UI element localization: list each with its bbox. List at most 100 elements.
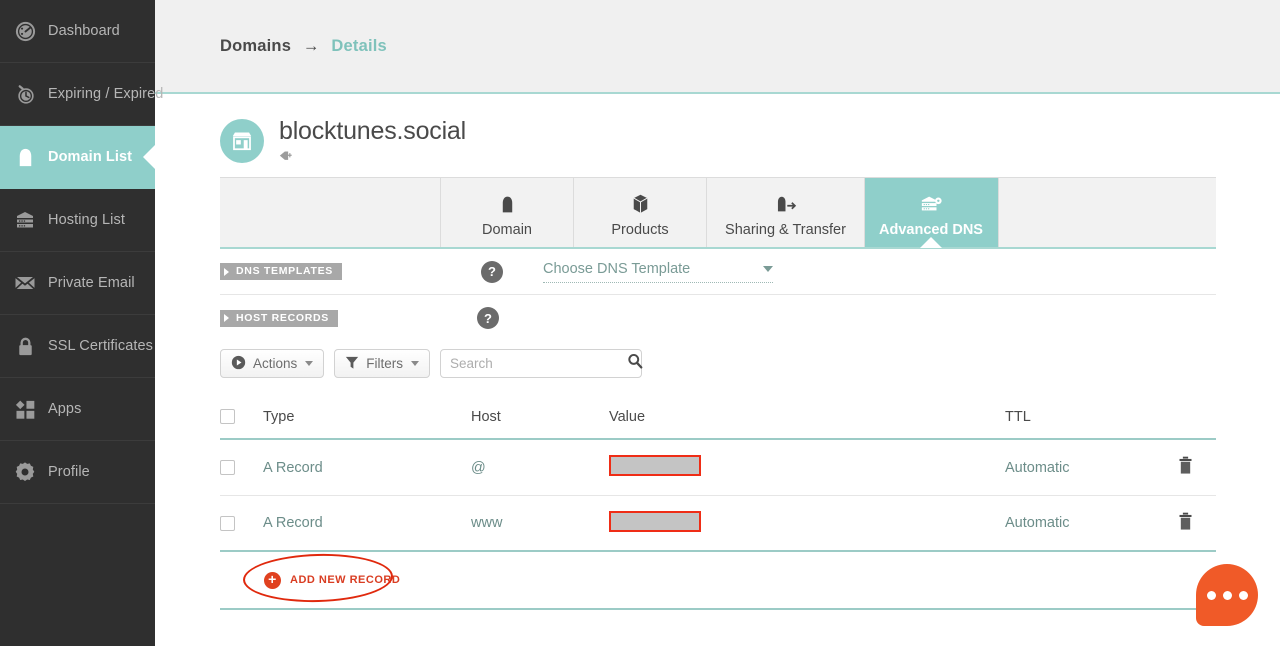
- column-header-ttl: TTL: [1005, 408, 1031, 425]
- dns-templates-label[interactable]: DNS TEMPLATES: [220, 263, 342, 280]
- cell-value[interactable]: [609, 455, 1005, 480]
- gauge-icon: [12, 18, 38, 44]
- filters-label: Filters: [366, 356, 404, 371]
- chat-dot: [1222, 590, 1232, 600]
- dns-templates-section: DNS TEMPLATES ? Choose DNS Template: [220, 249, 1216, 295]
- redacted-value-box: [609, 510, 701, 532]
- column-header-value: Value: [609, 408, 646, 425]
- server-icon: [12, 207, 38, 233]
- tab-domain[interactable]: Domain: [441, 178, 574, 247]
- cell-host: www: [471, 515, 503, 531]
- main-content: Domains → Details blocktunes.social Doma…: [155, 0, 1280, 646]
- trash-icon: [1178, 456, 1193, 479]
- play-circle-icon: [231, 355, 246, 373]
- sidebar-item-expiring-expired[interactable]: Expiring / Expired: [0, 63, 163, 126]
- sidebar-item-label: Expiring / Expired: [48, 86, 164, 102]
- column-header-type: Type: [263, 408, 295, 425]
- sidebar-item-label: Dashboard: [48, 23, 120, 39]
- sidebar-item-label: Domain List: [48, 149, 133, 165]
- actions-label: Actions: [253, 356, 298, 371]
- table-row[interactable]: A Record @ Automatic: [220, 440, 1216, 496]
- add-record-row: + ADD NEW RECORD: [220, 552, 1216, 610]
- dns-template-selected-value: Choose DNS Template: [543, 260, 691, 277]
- breadcrumb: Domains → Details: [220, 37, 387, 56]
- search-input[interactable]: [450, 356, 628, 371]
- help-icon[interactable]: ?: [481, 260, 503, 283]
- breadcrumb-arrow-icon: →: [302, 36, 320, 55]
- chevron-down-icon: [305, 361, 314, 366]
- add-new-record-button[interactable]: + ADD NEW RECORD: [264, 571, 401, 589]
- sidebar-item-hosting-list[interactable]: Hosting List: [0, 189, 155, 252]
- breadcrumb-root[interactable]: Domains: [220, 37, 291, 55]
- sidebar-item-private-email[interactable]: Private Email: [0, 252, 155, 315]
- table-header-row: Type Host Value TTL: [220, 395, 1216, 440]
- tab-advanced-dns[interactable]: Advanced DNS: [865, 178, 998, 247]
- sidebar-item-profile[interactable]: Profile: [0, 441, 155, 504]
- tab-sharing-transfer[interactable]: Sharing & Transfer: [707, 178, 865, 247]
- search-icon[interactable]: [627, 353, 643, 374]
- row-checkbox[interactable]: [220, 460, 235, 475]
- host-records-section: HOST RECORDS ?: [220, 295, 1216, 341]
- sidebar-item-label: Hosting List: [48, 212, 125, 228]
- tab-label: Domain: [482, 222, 532, 238]
- tab-label: Advanced DNS: [879, 222, 983, 238]
- apps-grid-icon: [12, 396, 38, 422]
- envelope-icon: [12, 270, 38, 296]
- bottom-strip: [0, 638, 1280, 646]
- box-icon: [630, 191, 651, 217]
- breadcrumb-leaf[interactable]: Details: [331, 37, 387, 55]
- row-checkbox[interactable]: [220, 515, 235, 531]
- chat-bubble-icon[interactable]: [1196, 564, 1258, 626]
- tab-label: Products: [611, 222, 669, 238]
- tab-spacer-right: [998, 178, 1216, 247]
- redacted-value-box: [609, 455, 701, 476]
- sidebar-item-label: SSL Certificates: [48, 338, 154, 354]
- row-select-cell: [220, 515, 263, 531]
- gear-icon: [12, 459, 38, 485]
- sidebar-item-apps[interactable]: Apps: [0, 378, 155, 441]
- filters-button[interactable]: Filters: [334, 349, 431, 378]
- delete-record-button[interactable]: [1177, 456, 1216, 479]
- sidebar-item-domain-list[interactable]: Domain List: [0, 126, 155, 189]
- home-icon: [497, 191, 518, 217]
- domain-header: blocktunes.social: [220, 94, 1280, 164]
- column-header-host: Host: [471, 408, 501, 425]
- sidebar-item-ssl-certificates[interactable]: SSL Certificates: [0, 315, 155, 378]
- sidebar-item-label: Private Email: [48, 275, 135, 291]
- table-row[interactable]: A Record www Automatic: [220, 496, 1216, 552]
- clock-icon: [12, 81, 38, 107]
- plus-circle-icon: +: [264, 571, 281, 589]
- cell-type: A Record: [263, 459, 323, 476]
- add-new-record-label: ADD NEW RECORD: [290, 574, 401, 586]
- chat-dot: [1206, 590, 1216, 600]
- server-icon: [919, 191, 943, 217]
- funnel-icon: [345, 355, 359, 373]
- sidebar-item-label: Apps: [48, 401, 82, 417]
- cell-value[interactable]: [609, 510, 1005, 536]
- cell-ttl: Automatic: [1005, 515, 1070, 531]
- select-all-checkbox[interactable]: [220, 409, 235, 424]
- help-icon[interactable]: ?: [477, 307, 499, 329]
- domain-tabs: Domain Products Sharing & Transfer Advan…: [220, 177, 1216, 249]
- storefront-icon: [220, 119, 264, 163]
- delete-record-button[interactable]: [1177, 512, 1216, 535]
- tab-spacer-left: [220, 178, 441, 247]
- tab-products[interactable]: Products: [574, 178, 707, 247]
- search-box[interactable]: [440, 349, 643, 378]
- home-icon: [12, 144, 38, 170]
- dns-template-select[interactable]: Choose DNS Template: [543, 261, 773, 283]
- cell-host: @: [471, 459, 486, 476]
- page-title: blocktunes.social: [279, 117, 466, 145]
- share-icon: [774, 191, 798, 217]
- tag-plus-icon[interactable]: [279, 148, 466, 164]
- chat-dot: [1238, 590, 1248, 600]
- app-root: Dashboard Expiring / Expired Domain List…: [0, 0, 1280, 646]
- sidebar-item-label: Profile: [48, 464, 90, 480]
- cell-ttl: Automatic: [1005, 459, 1070, 476]
- sidebar-item-dashboard[interactable]: Dashboard: [0, 0, 155, 63]
- domain-title-group: blocktunes.social: [279, 116, 466, 164]
- host-records-label[interactable]: HOST RECORDS: [220, 309, 338, 327]
- top-header: Domains → Details: [155, 0, 1280, 94]
- actions-button[interactable]: Actions: [220, 349, 325, 378]
- sidebar: Dashboard Expiring / Expired Domain List…: [0, 0, 163, 646]
